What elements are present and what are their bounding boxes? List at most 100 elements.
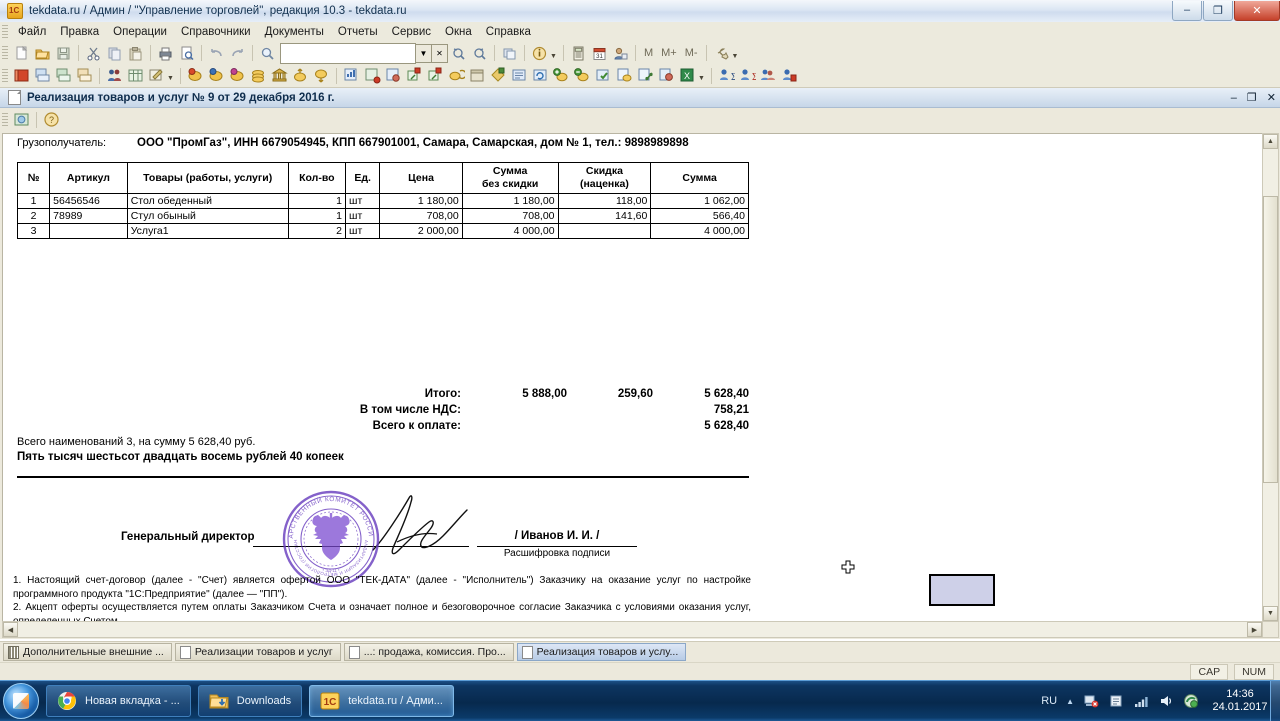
toolbar-grip-1[interactable]	[2, 46, 8, 60]
menu-item-reports[interactable]: Отчеты	[331, 24, 385, 40]
document-edit-icon[interactable]	[147, 66, 166, 85]
documents-dropdown-caret[interactable]: ▼	[167, 75, 174, 82]
print-icon[interactable]	[156, 44, 175, 63]
money-in-red-icon[interactable]	[186, 66, 205, 85]
taskbar-item-chrome[interactable]: Новая вкладка - ...	[46, 685, 191, 717]
coin-down-icon[interactable]	[312, 66, 331, 85]
help-icon[interactable]: ?	[42, 110, 61, 129]
sum-red-icon[interactable]: Σ	[738, 66, 757, 85]
percent-doc-icon[interactable]	[636, 66, 655, 85]
maximize-button[interactable]: ❐	[1203, 0, 1233, 21]
minimize-button[interactable]: –	[1172, 0, 1202, 21]
search-dropdown-button[interactable]: ▼	[416, 43, 432, 63]
document-restore-button[interactable]: ❐	[1247, 91, 1257, 104]
tag-green-icon[interactable]	[489, 66, 508, 85]
search-input[interactable]	[280, 42, 416, 64]
sum-doc-icon[interactable]	[780, 66, 799, 85]
scroll-up-arrow[interactable]: ▲	[1263, 134, 1278, 149]
users-group-icon[interactable]	[759, 66, 778, 85]
excel-export-icon[interactable]: X	[678, 66, 697, 85]
taskbar-item-1c[interactable]: 1C tekdata.ru / Адми...	[309, 685, 454, 717]
wrench-tools-icon[interactable]	[712, 44, 731, 63]
menu-item-catalogs[interactable]: Справочники	[174, 24, 258, 40]
new-document-icon[interactable]	[12, 44, 31, 63]
window-tab-sale-document[interactable]: Реализация товаров и услу...	[516, 643, 687, 661]
taskbar-clock[interactable]: 14:36 24.01.2017	[1208, 688, 1272, 714]
search-clear-button[interactable]: ✕	[432, 43, 448, 63]
money-in-blue-icon[interactable]	[207, 66, 226, 85]
tray-expand-icon[interactable]: ▲	[1066, 697, 1074, 706]
remove-money-icon[interactable]	[573, 66, 592, 85]
antivirus-icon[interactable]	[1183, 693, 1199, 709]
scroll-left-arrow[interactable]: ◀	[3, 622, 18, 637]
find-prev-icon[interactable]	[470, 44, 489, 63]
action-center-icon[interactable]	[1108, 693, 1124, 709]
redo-icon[interactable]	[228, 44, 247, 63]
taskbar-item-downloads[interactable]: Downloads	[197, 685, 303, 717]
note-blue-icon[interactable]	[510, 66, 529, 85]
open-folder-icon[interactable]	[33, 44, 52, 63]
document-minimize-button[interactable]: –	[1231, 92, 1237, 104]
cut-icon[interactable]	[84, 44, 103, 63]
menu-item-help[interactable]: Справка	[479, 24, 538, 40]
cash-stack-icon[interactable]	[249, 66, 268, 85]
report-person-icon[interactable]	[384, 66, 403, 85]
calendar-icon[interactable]: 31	[590, 44, 609, 63]
menubar-grip[interactable]	[2, 25, 8, 39]
money-doc-icon[interactable]	[615, 66, 634, 85]
vertical-scrollbar[interactable]: ▲ ▼	[1262, 133, 1279, 622]
coin-exchange-icon[interactable]	[447, 66, 466, 85]
print-preview-icon[interactable]	[177, 44, 196, 63]
volume-icon[interactable]	[1158, 693, 1174, 709]
paste-icon[interactable]	[126, 44, 145, 63]
table-row[interactable]: 3 Услуга1 2 шт 2 000,00 4 000,00 4 000,0…	[16, 223, 749, 239]
money-in-multi-icon[interactable]	[228, 66, 247, 85]
table-row[interactable]: 2 78989 Стул обыный 1 шт 708,00 708,00 1…	[16, 208, 749, 224]
language-indicator[interactable]: RU	[1041, 695, 1057, 707]
window-tab-sale-commission[interactable]: ...: продажа, комиссия. Про...	[343, 643, 514, 661]
refresh-doc-icon[interactable]	[531, 66, 550, 85]
document-close-button[interactable]: ✕	[1267, 91, 1276, 104]
menu-item-documents[interactable]: Документы	[258, 24, 331, 40]
check-doc-icon[interactable]	[594, 66, 613, 85]
table-row[interactable]: 1 56456546 Стол обеденный 1 шт 1 180,00 …	[16, 193, 749, 209]
report-pin-icon[interactable]	[363, 66, 382, 85]
info-dropdown-caret[interactable]: ▼	[550, 53, 557, 60]
sum-blue-icon[interactable]: Σ	[717, 66, 736, 85]
memory-button-m-minus[interactable]: M-	[681, 47, 702, 59]
order-doc-icon[interactable]	[75, 66, 94, 85]
receipt-doc-icon[interactable]	[33, 66, 52, 85]
import-green-icon[interactable]	[426, 66, 445, 85]
start-button[interactable]	[3, 683, 39, 719]
selection-rectangle[interactable]	[929, 574, 995, 606]
info-icon[interactable]	[530, 44, 549, 63]
document-toolbar-grip[interactable]	[2, 112, 8, 127]
save-icon[interactable]	[54, 44, 73, 63]
show-desktop-button[interactable]	[1270, 681, 1280, 721]
find-next-icon[interactable]	[449, 44, 468, 63]
horizontal-scrollbar[interactable]: ◀ ▶	[2, 621, 1263, 638]
network-error-icon[interactable]	[1083, 693, 1099, 709]
add-money-icon[interactable]	[552, 66, 571, 85]
sale-doc-icon[interactable]	[54, 66, 73, 85]
network-signal-icon[interactable]	[1133, 693, 1149, 709]
toolbar-grip-2[interactable]	[2, 68, 8, 83]
print-report-icon[interactable]	[12, 110, 31, 129]
tools-dropdown-caret[interactable]: ▼	[732, 53, 739, 60]
menu-item-file[interactable]: Файл	[11, 24, 53, 40]
memory-button-m[interactable]: M	[640, 47, 657, 59]
coin-up-icon[interactable]	[291, 66, 310, 85]
calculator-icon[interactable]	[569, 44, 588, 63]
close-button[interactable]: ✕	[1234, 0, 1280, 21]
copy-window-icon[interactable]	[500, 44, 519, 63]
menu-item-edit[interactable]: Правка	[53, 24, 106, 40]
export-green-icon[interactable]	[405, 66, 424, 85]
undo-icon[interactable]	[207, 44, 226, 63]
search-icon[interactable]	[258, 44, 277, 63]
report-blue-icon[interactable]	[342, 66, 361, 85]
memory-button-m-plus[interactable]: M+	[657, 47, 681, 59]
scroll-right-arrow[interactable]: ▶	[1247, 622, 1262, 637]
price-table-icon[interactable]	[126, 66, 145, 85]
scroll-down-arrow[interactable]: ▼	[1263, 606, 1278, 621]
user-settings-icon[interactable]	[611, 44, 630, 63]
